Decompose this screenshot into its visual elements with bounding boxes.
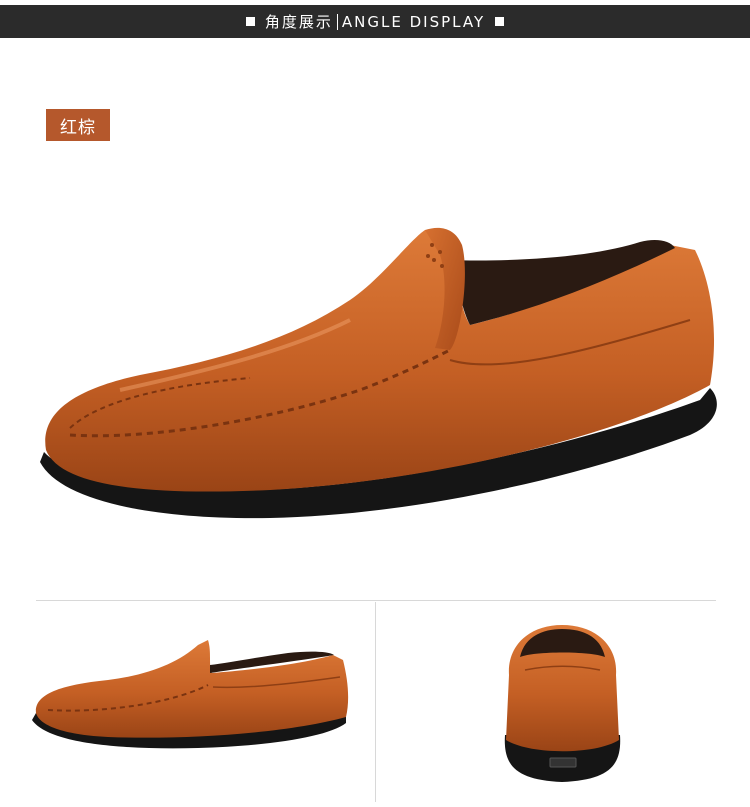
square-bullet-icon	[245, 17, 255, 26]
horizontal-divider	[36, 600, 716, 601]
square-bullet-icon	[495, 17, 505, 26]
header-title-en: ANGLE DISPLAY	[341, 12, 486, 31]
header-separator	[336, 13, 338, 30]
side-shoe-image	[32, 640, 349, 749]
header-title-cn: 角度展示	[264, 13, 333, 31]
vertical-divider	[375, 602, 376, 802]
section-header: 角度展示 ANGLE DISPLAY	[0, 5, 750, 38]
back-shoe-image	[504, 625, 621, 782]
main-shoe-image	[40, 227, 717, 519]
color-variant-tag: 红棕	[46, 109, 110, 141]
